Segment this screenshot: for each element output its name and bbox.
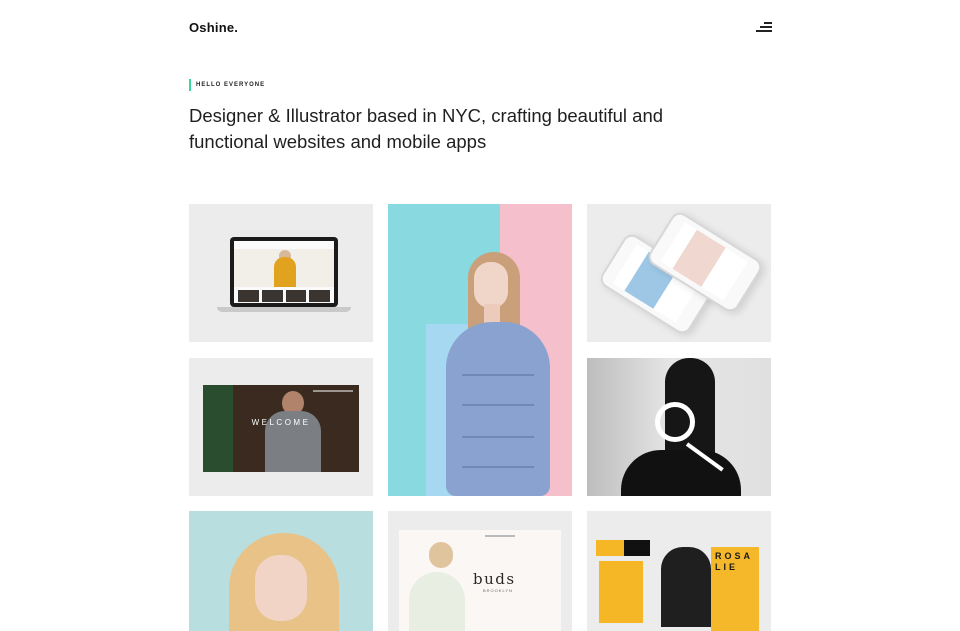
portfolio-item-brand-identity[interactable]: ROSALIE xyxy=(587,511,771,631)
q-letter-graphic xyxy=(655,402,695,442)
portfolio-item-buds-website[interactable]: buds BROOKLYN xyxy=(388,511,572,631)
buds-website-image: buds BROOKLYN xyxy=(399,530,561,631)
brand-card-image xyxy=(596,540,624,556)
laptop-mockup-image xyxy=(230,237,338,307)
buds-subtitle: BROOKLYN xyxy=(483,588,513,593)
portfolio-item-q-portrait[interactable] xyxy=(587,358,771,496)
buds-title: buds xyxy=(473,570,516,588)
laptop-base xyxy=(217,307,351,312)
accent-bar xyxy=(189,79,191,91)
portfolio-item-laptop-website[interactable] xyxy=(189,204,373,342)
site-logo[interactable]: Oshine. xyxy=(189,20,238,35)
portfolio-grid: WELCOME buds BROOKLYN ROSALIE xyxy=(189,204,772,631)
portfolio-item-blonde-portrait[interactable] xyxy=(189,511,373,631)
portfolio-item-fashion-portrait[interactable] xyxy=(388,204,572,496)
welcome-text: WELCOME xyxy=(251,418,311,427)
eyebrow-label: HELLO EVERYONE xyxy=(189,79,709,91)
intro-section: HELLO EVERYONE Designer & Illustrator ba… xyxy=(189,79,709,155)
site-header: Oshine. xyxy=(189,20,772,40)
welcome-website-image: WELCOME xyxy=(203,385,359,472)
brand-lettering: ROSALIE xyxy=(715,551,754,572)
portfolio-item-welcome-website[interactable]: WELCOME xyxy=(189,358,373,496)
portfolio-item-iphone-app[interactable] xyxy=(587,204,771,342)
hamburger-menu-icon[interactable] xyxy=(756,22,772,33)
intro-headline: Designer & Illustrator based in NYC, cra… xyxy=(189,105,664,152)
eyebrow-text: HELLO EVERYONE xyxy=(196,82,266,88)
